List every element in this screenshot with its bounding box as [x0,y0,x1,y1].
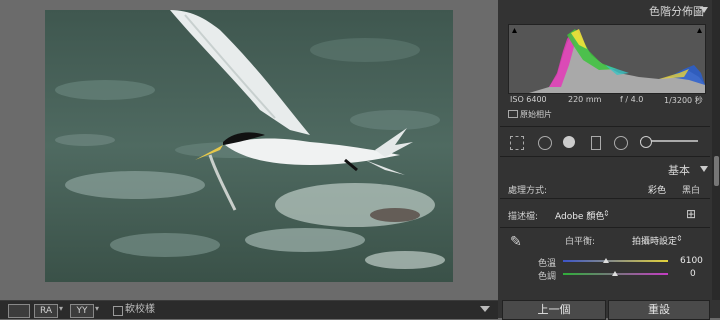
redeye-icon[interactable] [563,136,575,148]
divider [500,227,710,228]
graduated-filter-icon[interactable] [591,136,601,150]
panel-scrollbar[interactable] [712,0,720,300]
spot-removal-icon[interactable] [538,136,552,150]
before-after-button[interactable]: RA [34,304,58,318]
exif-aperture: f / 4.0 [620,95,644,104]
dropdown-icon[interactable]: ▾ [59,304,63,313]
image-view [0,0,498,300]
toolbar-menu-icon[interactable] [480,306,490,312]
exif-shutter: 1/3200 秒 [664,96,703,105]
divider [500,156,710,157]
basic-title[interactable]: 基本 [668,162,690,178]
brush-icon[interactable] [640,136,652,148]
bottom-toolbar: RA ▾ YY ▾ 軟校樣 [0,300,498,319]
temp-value[interactable]: 6100 [680,256,703,266]
exif-iso: ISO 6400 [510,95,547,104]
histogram-title[interactable]: 色階分佈圖 [649,3,704,19]
previous-button[interactable]: 上一個 [502,300,606,320]
treatment-label: 處理方式: [508,186,548,196]
treatment-bw-button[interactable]: 黑白 [682,183,700,196]
divider [500,126,710,127]
wb-select[interactable]: 拍攝時設定 [632,234,677,247]
collapse-icon[interactable] [700,7,708,13]
profile-select[interactable]: Adobe 顏色 [555,209,604,222]
treatment-color-button[interactable]: 彩色 [648,183,666,196]
soft-proof-checkbox[interactable] [113,306,123,316]
temp-slider-thumb[interactable] [603,258,609,263]
dropdown-icon[interactable]: ⇕ [676,234,683,243]
tint-slider-thumb[interactable] [612,271,618,276]
dropdown-icon[interactable]: ▾ [95,304,99,313]
temp-label: 色溫 [538,259,557,269]
radial-filter-icon[interactable] [614,136,628,150]
original-photo-label: 原始相片 [520,110,552,119]
collapse-icon[interactable] [700,166,708,172]
grid-icon[interactable]: ⊞ [686,207,696,221]
crop-icon[interactable] [510,136,524,150]
tint-value[interactable]: 0 [690,269,696,279]
loupe-view-icon[interactable] [8,304,30,318]
soft-proof-label: 軟校樣 [125,304,155,315]
dropdown-icon[interactable]: ⇕ [603,209,610,218]
profile-label: 描述檔: [508,212,539,222]
wb-label: 白平衡: [565,237,596,247]
eyedropper-icon[interactable]: ✎ [510,234,522,250]
tint-label: 色調 [538,272,557,282]
scroll-thumb[interactable] [714,156,719,186]
before-after-split-button[interactable]: YY [70,304,94,318]
histogram [508,24,706,94]
exif-focal: 220 mm [568,95,602,104]
bird-photo [45,10,453,282]
original-photo-checkbox[interactable] [508,110,518,118]
reset-button[interactable]: 重設 [608,300,710,320]
divider [500,198,710,199]
temp-slider[interactable] [563,260,668,262]
